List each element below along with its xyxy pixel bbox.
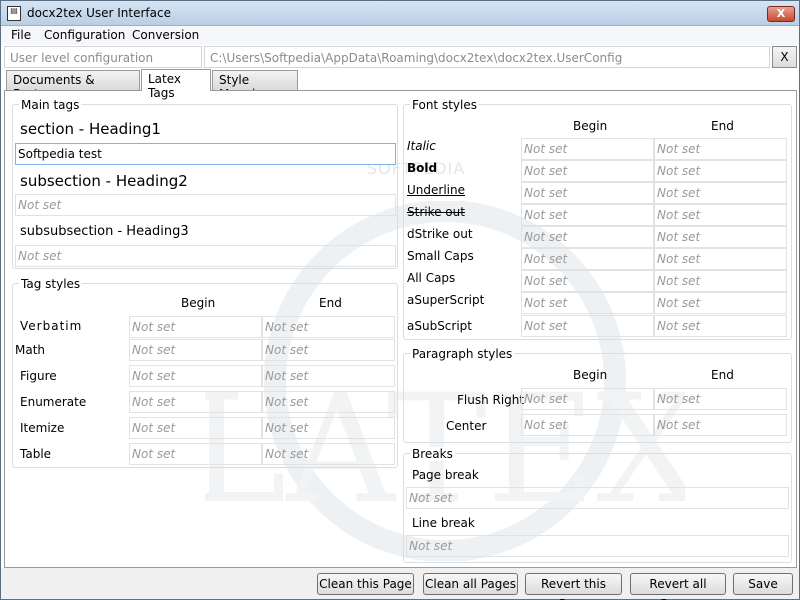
config-close-button[interactable]: X <box>772 46 797 68</box>
main-tags-title: Main tags <box>19 98 82 112</box>
font-style-end-small-caps[interactable]: Not set <box>654 248 787 270</box>
font-styles-title: Font styles <box>410 98 479 112</box>
font-style-begin-subscript[interactable]: Not set <box>521 315 654 337</box>
paragraph-styles-end-header: End <box>711 368 734 382</box>
tab-bar: Documents & Features Latex Tags Style Ma… <box>1 69 799 101</box>
main-tag-label-section: section - Heading1 <box>20 120 161 138</box>
tag-style-begin-table[interactable]: Not set <box>129 443 262 465</box>
tag-style-begin-figure[interactable]: Not set <box>129 365 262 387</box>
font-style-end-bold[interactable]: Not set <box>654 160 787 182</box>
clean-all-pages-button[interactable]: Clean all Pages <box>423 573 518 595</box>
title-bar[interactable]: ▤ docx2tex User Interface X <box>1 1 799 26</box>
config-bar: User level configuration C:\Users\Softpe… <box>1 45 799 70</box>
tag-style-begin-verbatim[interactable]: Not set <box>129 316 262 338</box>
revert-this-page-button[interactable]: Revert this Page <box>525 573 622 600</box>
font-style-label-dstrike-out: dStrike out <box>407 227 473 241</box>
break-label-line: Line break <box>412 516 475 530</box>
save-button[interactable]: Save <box>733 573 793 595</box>
action-bar: Clean this Page Clean all Pages Revert t… <box>1 568 799 600</box>
tag-style-end-enumerate[interactable]: Not set <box>262 391 395 413</box>
main-tag-input-subsection[interactable]: Not set <box>15 194 396 216</box>
tag-style-label-verbatim: Verbatim <box>20 319 83 333</box>
tag-style-label-enumerate: Enumerate <box>20 395 87 409</box>
tag-style-begin-math[interactable]: Not set <box>129 339 262 361</box>
font-style-begin-all-caps[interactable]: Not set <box>521 270 654 292</box>
font-style-label-italic: Italic <box>407 139 436 153</box>
close-window-button[interactable]: X <box>767 6 795 22</box>
tag-style-label-table: Table <box>20 447 52 461</box>
menu-conversion[interactable]: Conversion <box>132 28 199 42</box>
font-style-begin-bold[interactable]: Not set <box>521 160 654 182</box>
tag-style-end-verbatim[interactable]: Not set <box>262 316 395 338</box>
revert-all-pages-button[interactable]: Revert all Pages <box>630 573 726 600</box>
menu-bar: File Configuration Conversion <box>1 26 799 45</box>
font-style-label-subscript: aSubScript <box>407 319 472 333</box>
font-style-end-all-caps[interactable]: Not set <box>654 270 787 292</box>
tag-style-label-figure: Figure <box>20 369 57 383</box>
paragraph-styles-title: Paragraph styles <box>410 347 515 361</box>
font-style-label-small-caps: Small Caps <box>407 249 474 263</box>
tab-documents-features[interactable]: Documents & Features <box>6 70 140 101</box>
window-title: docx2tex User Interface <box>27 6 171 20</box>
font-style-label-all-caps: All Caps <box>407 271 456 285</box>
tag-styles-begin-header: Begin <box>181 296 216 310</box>
tag-style-end-math[interactable]: Not set <box>262 339 395 361</box>
main-tag-label-subsection: subsection - Heading2 <box>20 172 188 190</box>
font-style-end-underline[interactable]: Not set <box>654 182 787 204</box>
font-style-begin-small-caps[interactable]: Not set <box>521 248 654 270</box>
tag-style-end-itemize[interactable]: Not set <box>262 417 395 439</box>
paragraph-styles-begin-header: Begin <box>573 368 608 382</box>
font-style-label-bold: Bold <box>407 161 438 175</box>
paragraph-style-begin-center[interactable]: Not set <box>521 414 654 436</box>
breaks-title: Breaks <box>410 447 455 461</box>
main-window: ▤ docx2tex User Interface X File Configu… <box>0 0 800 600</box>
font-style-label-superscript: aSuperScript <box>407 293 485 307</box>
main-tag-input-subsubsection[interactable]: Not set <box>15 245 396 267</box>
main-tag-label-subsubsection: subsubsection - Heading3 <box>20 224 189 239</box>
app-icon: ▤ <box>7 6 21 21</box>
tag-styles-end-header: End <box>319 296 342 310</box>
font-style-end-superscript[interactable]: Not set <box>654 292 787 314</box>
font-styles-end-header: End <box>711 119 734 133</box>
tag-style-label-math: Math <box>15 343 46 357</box>
paragraph-style-label-center: Center <box>446 419 487 433</box>
tag-style-label-itemize: Itemize <box>20 421 65 435</box>
font-style-label-strike-out: Strike out <box>407 205 465 219</box>
tab-style-mapping[interactable]: Style Mapping <box>212 70 298 101</box>
paragraph-style-begin-flush-right[interactable]: Not set <box>521 388 654 410</box>
config-level-field[interactable]: User level configuration <box>4 46 202 68</box>
paragraph-style-end-flush-right[interactable]: Not set <box>654 388 787 410</box>
font-style-begin-italic[interactable]: Not set <box>521 138 654 160</box>
font-styles-begin-header: Begin <box>573 119 608 133</box>
tab-content-latex-tags: LATEX SOFTPEDIA Main tags section - Head… <box>4 90 797 568</box>
font-style-end-strike-out[interactable]: Not set <box>654 204 787 226</box>
font-style-begin-superscript[interactable]: Not set <box>521 292 654 314</box>
tag-style-end-figure[interactable]: Not set <box>262 365 395 387</box>
font-style-end-dstrike-out[interactable]: Not set <box>654 226 787 248</box>
paragraph-style-end-center[interactable]: Not set <box>654 414 787 436</box>
font-style-begin-underline[interactable]: Not set <box>521 182 654 204</box>
font-style-begin-dstrike-out[interactable]: Not set <box>521 226 654 248</box>
tag-style-begin-itemize[interactable]: Not set <box>129 417 262 439</box>
menu-file[interactable]: File <box>11 28 31 42</box>
font-style-end-subscript[interactable]: Not set <box>654 315 787 337</box>
paragraph-style-label-flush-right: Flush Right <box>457 393 525 407</box>
tab-latex-tags[interactable]: Latex Tags <box>141 69 211 100</box>
menu-configuration[interactable]: Configuration <box>44 28 125 42</box>
font-style-label-underline: Underline <box>407 183 465 197</box>
font-style-begin-strike-out[interactable]: Not set <box>521 204 654 226</box>
break-input-page[interactable]: Not set <box>406 487 789 509</box>
clean-this-page-button[interactable]: Clean this Page <box>317 573 414 595</box>
tag-style-end-table[interactable]: Not set <box>262 443 395 465</box>
config-path-field[interactable]: C:\Users\Softpedia\AppData\Roaming\docx2… <box>204 46 770 68</box>
tag-style-begin-enumerate[interactable]: Not set <box>129 391 262 413</box>
main-tag-input-section[interactable]: Softpedia test <box>15 143 396 165</box>
break-input-line[interactable]: Not set <box>406 535 789 557</box>
tag-styles-title: Tag styles <box>19 277 83 291</box>
font-style-end-italic[interactable]: Not set <box>654 138 787 160</box>
break-label-page: Page break <box>412 468 479 482</box>
